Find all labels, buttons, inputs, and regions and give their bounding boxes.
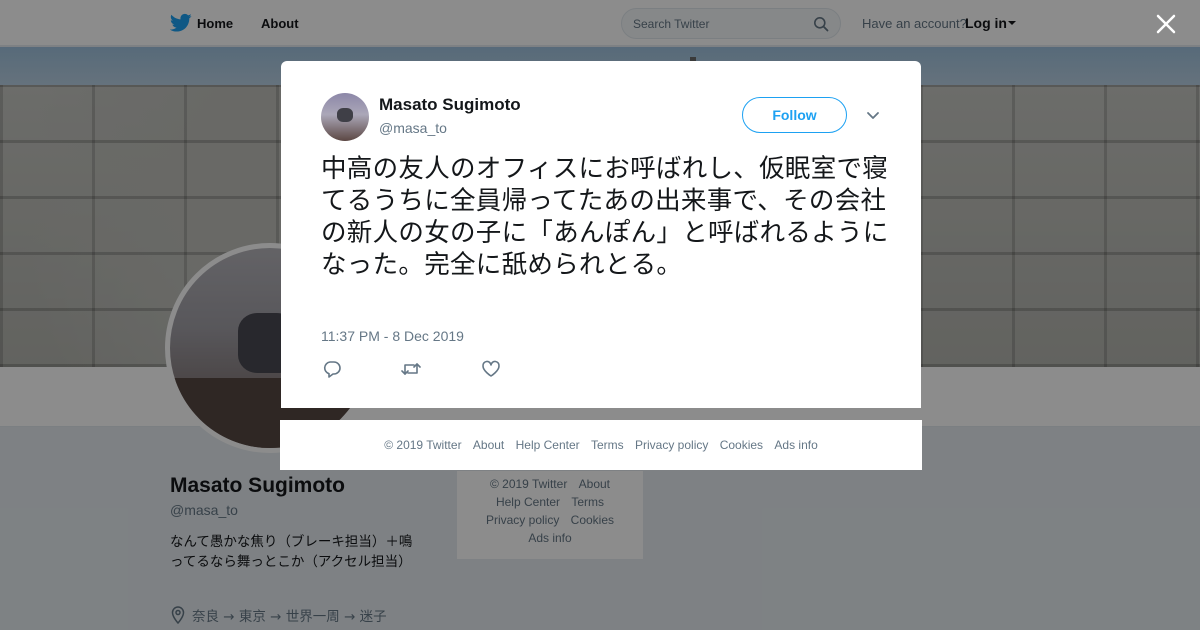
- footer-privacy[interactable]: Privacy policy: [635, 438, 708, 452]
- footer-copyright: © 2019 Twitter: [384, 438, 462, 452]
- modal-footer: © 2019 Twitter About Help Center Terms P…: [280, 420, 922, 470]
- tweet-timestamp[interactable]: 11:37 PM - 8 Dec 2019: [321, 328, 464, 344]
- close-icon[interactable]: [1155, 13, 1177, 35]
- footer-help[interactable]: Help Center: [516, 438, 580, 452]
- footer-ads[interactable]: Ads info: [774, 438, 817, 452]
- tweet-modal: Masato Sugimoto @masa_to Follow 中高の友人のオフ…: [281, 61, 921, 408]
- chevron-down-icon[interactable]: [866, 111, 880, 121]
- heart-icon[interactable]: [481, 360, 501, 378]
- footer-about[interactable]: About: [473, 438, 504, 452]
- footer-cookies[interactable]: Cookies: [720, 438, 763, 452]
- footer-terms[interactable]: Terms: [591, 438, 624, 452]
- tweet-author-avatar[interactable]: [321, 93, 369, 141]
- tweet-author-name[interactable]: Masato Sugimoto: [379, 95, 521, 115]
- retweet-icon[interactable]: [401, 360, 421, 378]
- tweet-author-handle[interactable]: @masa_to: [379, 120, 447, 136]
- follow-button[interactable]: Follow: [742, 97, 847, 133]
- avatar-figure: [337, 108, 353, 122]
- tweet-text: 中高の友人のオフィスにお呼ばれし、仮眠室で寝てるうちに全員帰ってたあの出来事で、…: [321, 154, 889, 280]
- reply-icon[interactable]: [322, 360, 342, 378]
